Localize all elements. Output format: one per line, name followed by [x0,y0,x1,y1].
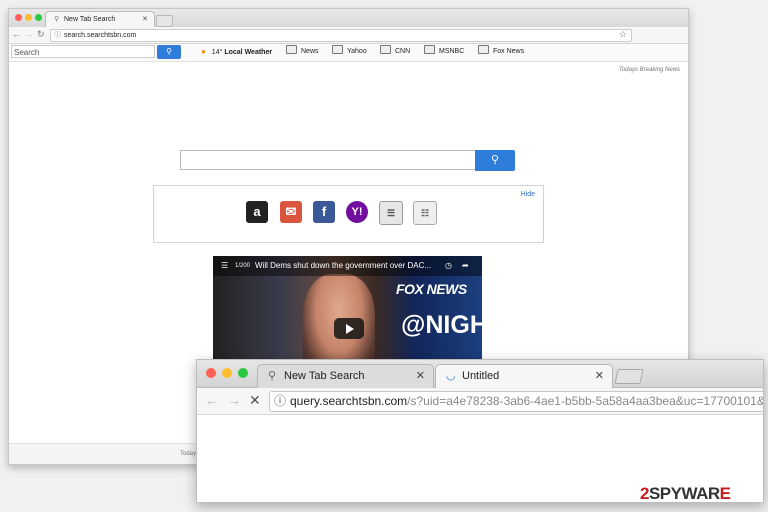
maximize-window-button[interactable] [238,368,248,378]
toolbar-link-label: Fox News [493,48,525,55]
close-window-button[interactable] [206,368,216,378]
tab-label: New Tab Search [284,370,365,382]
address-bar[interactable]: ⓘ search.searchtsbn.com ☆ [50,29,632,42]
watermark-main: SPYWAR [648,484,720,503]
back-arrow-icon[interactable]: ← [205,392,219,408]
url-host: query.searchtsbn.com [290,394,408,408]
info-icon[interactable]: ⓘ [274,392,286,411]
new-tab-button[interactable] [614,369,644,384]
info-icon[interactable]: ⓘ [54,30,61,41]
forward-arrow-icon[interactable]: → [24,29,33,39]
facebook-icon[interactable]: f [313,201,335,223]
favorites-panel: Hide a ✉ f Y! ☰ ☷ [153,185,544,243]
toolbar-link-yahoo[interactable]: Yahoo [332,45,367,59]
bookmark-star-icon[interactable]: ☆ [619,29,627,40]
extension-toolbar: Search ⚲ ● 14° Local Weather News Yahoo … [9,44,688,62]
video-player[interactable]: FOX NEWS @NIGH ☰ 1/200 Will Dems shut do… [213,256,482,376]
search-icon: ⚲ [54,16,60,23]
address-bar[interactable]: ⓘ query.searchtsbn.com/s?uid=a4e78238-3a… [269,391,764,412]
video-title-bar: ☰ 1/200 Will Dems shut down the governme… [213,256,482,276]
tab-label: Untitled [462,370,500,382]
close-window-button[interactable] [15,14,22,21]
search-icon: ⚲ [490,154,500,166]
title-bar: ⚲ New Tab Search ✕ ◡ Untitled ✕ [197,360,763,388]
gmail-icon[interactable]: ✉ [280,201,302,223]
clock-icon[interactable]: ◷ [445,256,452,276]
watermark-accent: E [719,484,731,503]
reload-icon[interactable]: ↻ [37,29,45,40]
back-arrow-icon[interactable]: ← [12,29,21,39]
video-overlay-text: @NIGH [401,311,482,339]
news-icon [286,45,297,54]
foreground-browser-window: ⚲ New Tab Search ✕ ◡ Untitled ✕ ← → ✕ ⓘ … [196,359,764,503]
url-text: query.searchtsbn.com/s?uid=a4e78238-3ab6… [290,392,764,411]
news-icon[interactable]: ☰ [379,201,403,225]
toolbar-link-cnn[interactable]: CNN [380,45,410,59]
forward-arrow-icon[interactable]: → [227,392,241,408]
weather-temp: 14° [211,49,223,56]
stop-loading-icon[interactable]: ✕ [249,392,261,409]
search-icon: ⚲ [166,47,172,56]
tab-untitled[interactable]: ◡ Untitled ✕ [435,364,613,388]
yahoo-icon [332,45,343,54]
fox-news-icon [478,45,489,54]
minimize-window-button[interactable] [222,368,232,378]
search-icon: ⚲ [268,370,277,382]
url-path: /s?uid=a4e78238-3ab6-4ae1-b5bb-5a58a4aa3… [407,394,764,408]
close-icon[interactable]: ✕ [142,12,148,28]
weather-label: Local Weather [224,49,273,56]
main-search-input[interactable] [180,150,476,170]
video-title[interactable]: Will Dems shut down the government over … [255,256,431,276]
minimize-window-button[interactable] [25,14,32,21]
hide-link[interactable]: Hide [521,191,535,198]
amazon-icon[interactable]: a [246,201,268,223]
footer-text: Today [180,451,197,457]
sun-icon: ● [201,47,206,56]
close-icon[interactable]: ✕ [595,365,604,388]
toolbar-link-label: News [301,48,319,55]
video-overlay-text: FOX NEWS [396,281,467,297]
watermark-logo: 2SPYWARE [640,484,731,504]
playlist-icon[interactable]: ☰ [221,256,228,276]
toolbar-link-fox-news[interactable]: Fox News [478,45,524,59]
maximize-window-button[interactable] [35,14,42,21]
toolbar-link-msnbc[interactable]: MSNBC [424,45,464,59]
msnbc-icon [424,45,435,54]
navigation-bar: ← → ✕ ⓘ query.searchtsbn.com/s?uid=a4e78… [197,388,763,415]
weather-widget[interactable]: ● 14° Local Weather [201,45,272,59]
toolbar-search-input[interactable]: Search [11,45,155,58]
newspaper-icon[interactable]: ☷ [413,201,437,225]
main-search-button[interactable]: ⚲ [475,150,515,171]
toolbar-link-news[interactable]: News [286,45,319,59]
tab-label: New Tab Search [64,16,116,23]
breaking-news-link[interactable]: Todays Breaking News [619,67,680,73]
yahoo-icon[interactable]: Y! [346,201,368,223]
loading-spinner-icon: ◡ [446,370,456,382]
navigation-bar: ← → ↻ ⓘ search.searchtsbn.com ☆ [9,27,688,44]
toolbar-link-label: MSNBC [439,48,465,55]
share-icon[interactable]: ➦ [462,256,469,276]
toolbar-link-label: Yahoo [347,48,367,55]
tab-new-tab-search[interactable]: ⚲ New Tab Search ✕ [257,364,434,388]
video-counter: 1/200 [235,263,251,269]
toolbar-search-placeholder: Search [14,48,40,57]
new-tab-button[interactable] [156,15,173,27]
url-text: search.searchtsbn.com [64,32,137,39]
close-icon[interactable]: ✕ [416,365,425,388]
toolbar-search-button[interactable]: ⚲ [157,45,181,59]
title-bar: ⚲ New Tab Search ✕ [9,9,688,28]
play-button[interactable] [334,318,364,339]
tab-new-tab-search[interactable]: ⚲ New Tab Search ✕ [45,11,155,28]
toolbar-link-label: CNN [395,48,411,55]
watermark-prefix: 2 [640,484,649,503]
cnn-icon [380,45,391,54]
